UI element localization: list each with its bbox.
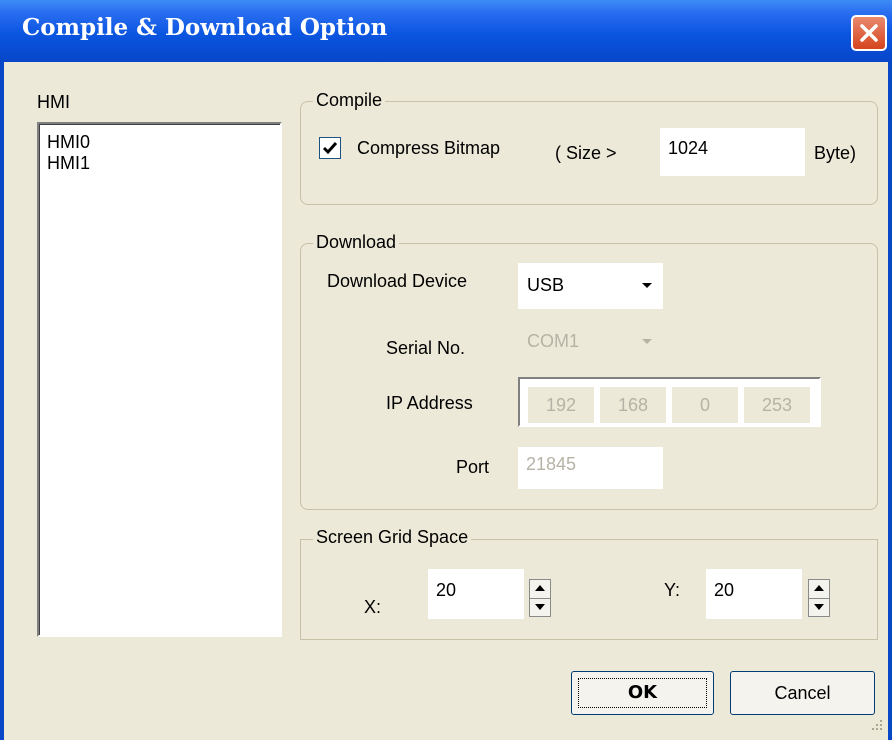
hmi-list-label: HMI (37, 92, 70, 112)
grid-y-input[interactable]: 20 (706, 569, 802, 619)
ip-address-label: IP Address (386, 393, 473, 413)
resize-grip-icon[interactable] (870, 718, 884, 732)
spin-down-button[interactable] (530, 598, 550, 616)
grid-x-spinner[interactable] (529, 579, 551, 617)
grid-space-group-legend: Screen Grid Space (313, 527, 472, 548)
focus-rectangle (578, 678, 707, 708)
arrow-down-icon (535, 604, 545, 610)
list-item[interactable]: HMI0 (47, 132, 90, 152)
download-device-select[interactable]: USB (518, 263, 663, 309)
arrow-up-icon (814, 585, 824, 591)
serial-no-value: COM1 (527, 331, 580, 351)
download-device-label: Download Device (327, 271, 468, 291)
size-prefix-label: ( Size > (555, 143, 617, 163)
title-bar: Compile & Download Option (0, 0, 892, 62)
arrow-down-icon (814, 604, 824, 610)
grid-y-label: Y: (664, 580, 681, 600)
ip-address-input[interactable]: 192 168 0 253 (518, 377, 821, 427)
byte-unit-label: Byte) (814, 143, 857, 163)
serial-no-select[interactable]: COM1 (518, 321, 663, 361)
download-group-legend: Download (313, 232, 400, 253)
window-border-right (888, 62, 892, 740)
grid-y-spinner[interactable] (808, 579, 830, 617)
bitmap-size-input[interactable]: 1024 (660, 128, 805, 176)
grid-x-input[interactable]: 20 (428, 569, 524, 619)
port-label: Port (456, 457, 490, 477)
compress-bitmap-label[interactable]: Compress Bitmap (357, 138, 500, 159)
port-input[interactable]: 21845 (518, 447, 663, 489)
cancel-button[interactable]: Cancel (730, 671, 875, 715)
serial-no-label: Serial No. (386, 338, 466, 358)
ip-octet-3[interactable]: 0 (672, 387, 738, 423)
spin-down-button[interactable] (809, 598, 829, 616)
checkmark-icon (322, 142, 338, 155)
chevron-down-icon (642, 339, 652, 344)
close-button[interactable] (851, 15, 887, 51)
spin-up-button[interactable] (809, 580, 829, 599)
close-icon (860, 24, 878, 42)
chevron-down-icon (642, 283, 652, 288)
compile-group-legend: Compile (313, 90, 386, 111)
spin-up-button[interactable] (530, 580, 550, 599)
ip-octet-2[interactable]: 168 (600, 387, 666, 423)
hmi-listbox[interactable]: HMI0 HMI1 (37, 122, 282, 637)
ip-octet-1[interactable]: 192 (528, 387, 594, 423)
ok-button[interactable]: OK (571, 671, 714, 715)
arrow-up-icon (535, 585, 545, 591)
window-border-left (0, 62, 4, 740)
list-item[interactable]: HMI1 (47, 153, 90, 173)
window-title: Compile & Download Option (22, 14, 388, 41)
compress-bitmap-checkbox[interactable] (319, 137, 341, 159)
ip-octet-4[interactable]: 253 (744, 387, 810, 423)
download-device-value: USB (527, 275, 565, 295)
grid-x-label: X: (364, 597, 382, 617)
